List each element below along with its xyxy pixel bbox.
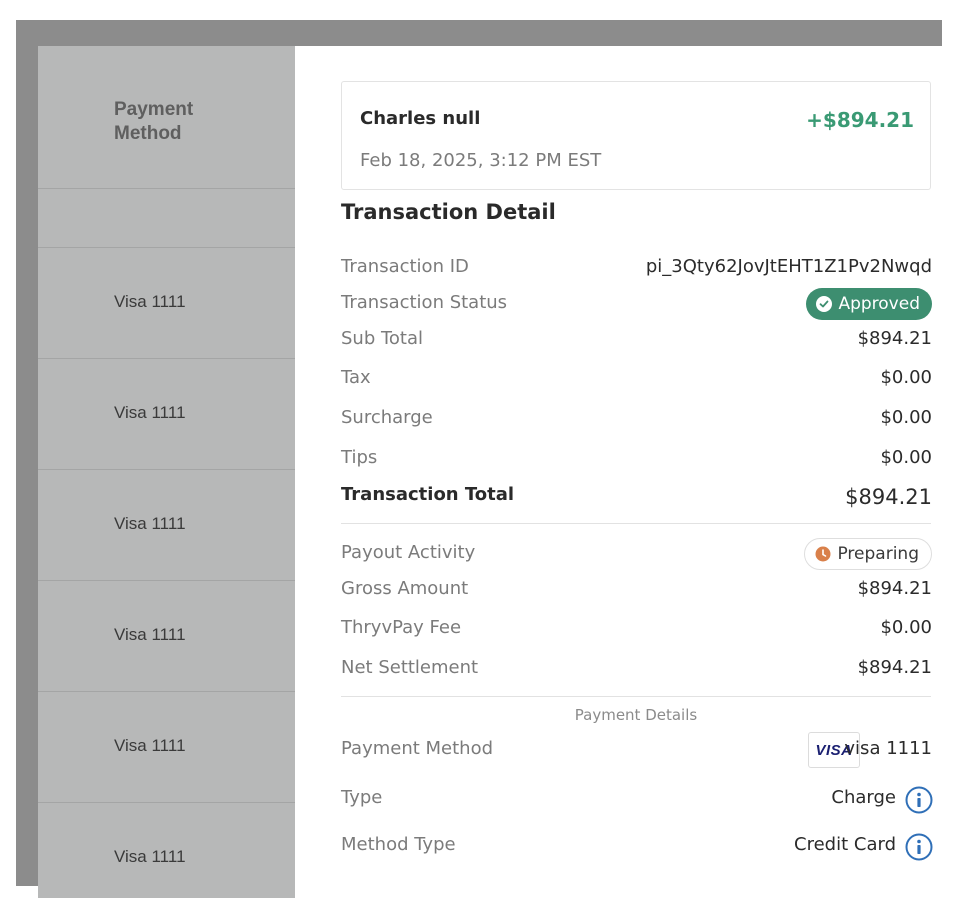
table-row[interactable]: Visa 1111 (38, 692, 295, 803)
column-header-label: Payment Method (114, 99, 194, 144)
section-title-payment-details: Payment Details (574, 706, 698, 724)
payout-status-label: Preparing (837, 544, 919, 564)
net-settlement-value: $894.21 (857, 657, 932, 678)
payment-method-cell: Visa 1111 (114, 736, 186, 755)
payment-method-cell: Visa 1111 (114, 625, 186, 644)
check-circle-icon (816, 296, 833, 312)
column-header[interactable]: Payment Method (38, 46, 295, 189)
transaction-date: Feb 18, 2025, 3:12 PM EST (360, 150, 602, 171)
transaction-total-label: Transaction Total (341, 484, 515, 505)
surcharge-label: Surcharge (341, 407, 433, 428)
screenshot-content: Payment Method Visa 1111 Visa 1111 Visa … (38, 46, 954, 898)
screenshot-frame: Payment Method Visa 1111 Visa 1111 Visa … (16, 20, 954, 898)
subtotal-label: Sub Total (341, 328, 424, 349)
transaction-status-label: Transaction Status (341, 292, 508, 313)
status-badge-label: Approved (838, 294, 920, 314)
section-title-transaction-detail: Transaction Detail (341, 200, 556, 224)
info-icon[interactable] (905, 833, 933, 861)
tips-label: Tips (341, 447, 378, 468)
transaction-id-label: Transaction ID (341, 256, 469, 277)
clock-icon (815, 546, 831, 562)
table-row[interactable]: Visa 1111 (38, 803, 295, 898)
payment-method-cell: Visa 1111 (114, 514, 186, 533)
transaction-detail-panel: Charles null +$894.21 Feb 18, 2025, 3:12… (295, 46, 954, 898)
type-label: Type (341, 787, 383, 808)
payment-method-label: Payment Method (341, 738, 494, 759)
type-value: Charge (831, 787, 896, 808)
gross-amount-value: $894.21 (857, 578, 932, 599)
transaction-total-value: $894.21 (845, 485, 932, 509)
subtotal-value: $894.21 (857, 328, 932, 349)
payments-table-column: Payment Method Visa 1111 Visa 1111 Visa … (38, 46, 295, 898)
transaction-summary-card: Charles null +$894.21 Feb 18, 2025, 3:12… (341, 81, 931, 190)
divider (341, 696, 931, 697)
divider (341, 523, 931, 524)
method-type-value: Credit Card (794, 834, 896, 855)
payment-method-cell: Visa 1111 (114, 292, 186, 311)
table-filter-row (38, 189, 295, 248)
table-row[interactable]: Visa 1111 (38, 470, 295, 581)
info-icon[interactable] (905, 786, 933, 814)
transaction-id-value: pi_3Qty62JovJtEHT1Z1Pv2Nwqd (645, 256, 932, 277)
table-row[interactable]: Visa 1111 (38, 248, 295, 359)
payment-method-cell: Visa 1111 (114, 847, 186, 866)
transaction-amount: +$894.21 (806, 108, 914, 132)
tax-label: Tax (341, 367, 371, 388)
table-row[interactable]: Visa 1111 (38, 359, 295, 470)
payout-status-badge: Preparing (804, 538, 932, 570)
surcharge-value: $0.00 (880, 407, 932, 428)
thryvpay-fee-value: $0.00 (880, 617, 932, 638)
customer-name: Charles null (360, 108, 481, 129)
status-badge-approved: Approved (806, 288, 932, 320)
payment-method-cell: Visa 1111 (114, 403, 186, 422)
tips-value: $0.00 (880, 447, 932, 468)
net-settlement-label: Net Settlement (341, 657, 479, 678)
thryvpay-fee-label: ThryvPay Fee (341, 617, 462, 638)
method-type-label: Method Type (341, 834, 456, 855)
payout-activity-label: Payout Activity (341, 542, 476, 563)
gross-amount-label: Gross Amount (341, 578, 469, 599)
payment-method-value: visa 1111 (844, 738, 932, 759)
table-row[interactable]: Visa 1111 (38, 581, 295, 692)
tax-value: $0.00 (880, 367, 932, 388)
